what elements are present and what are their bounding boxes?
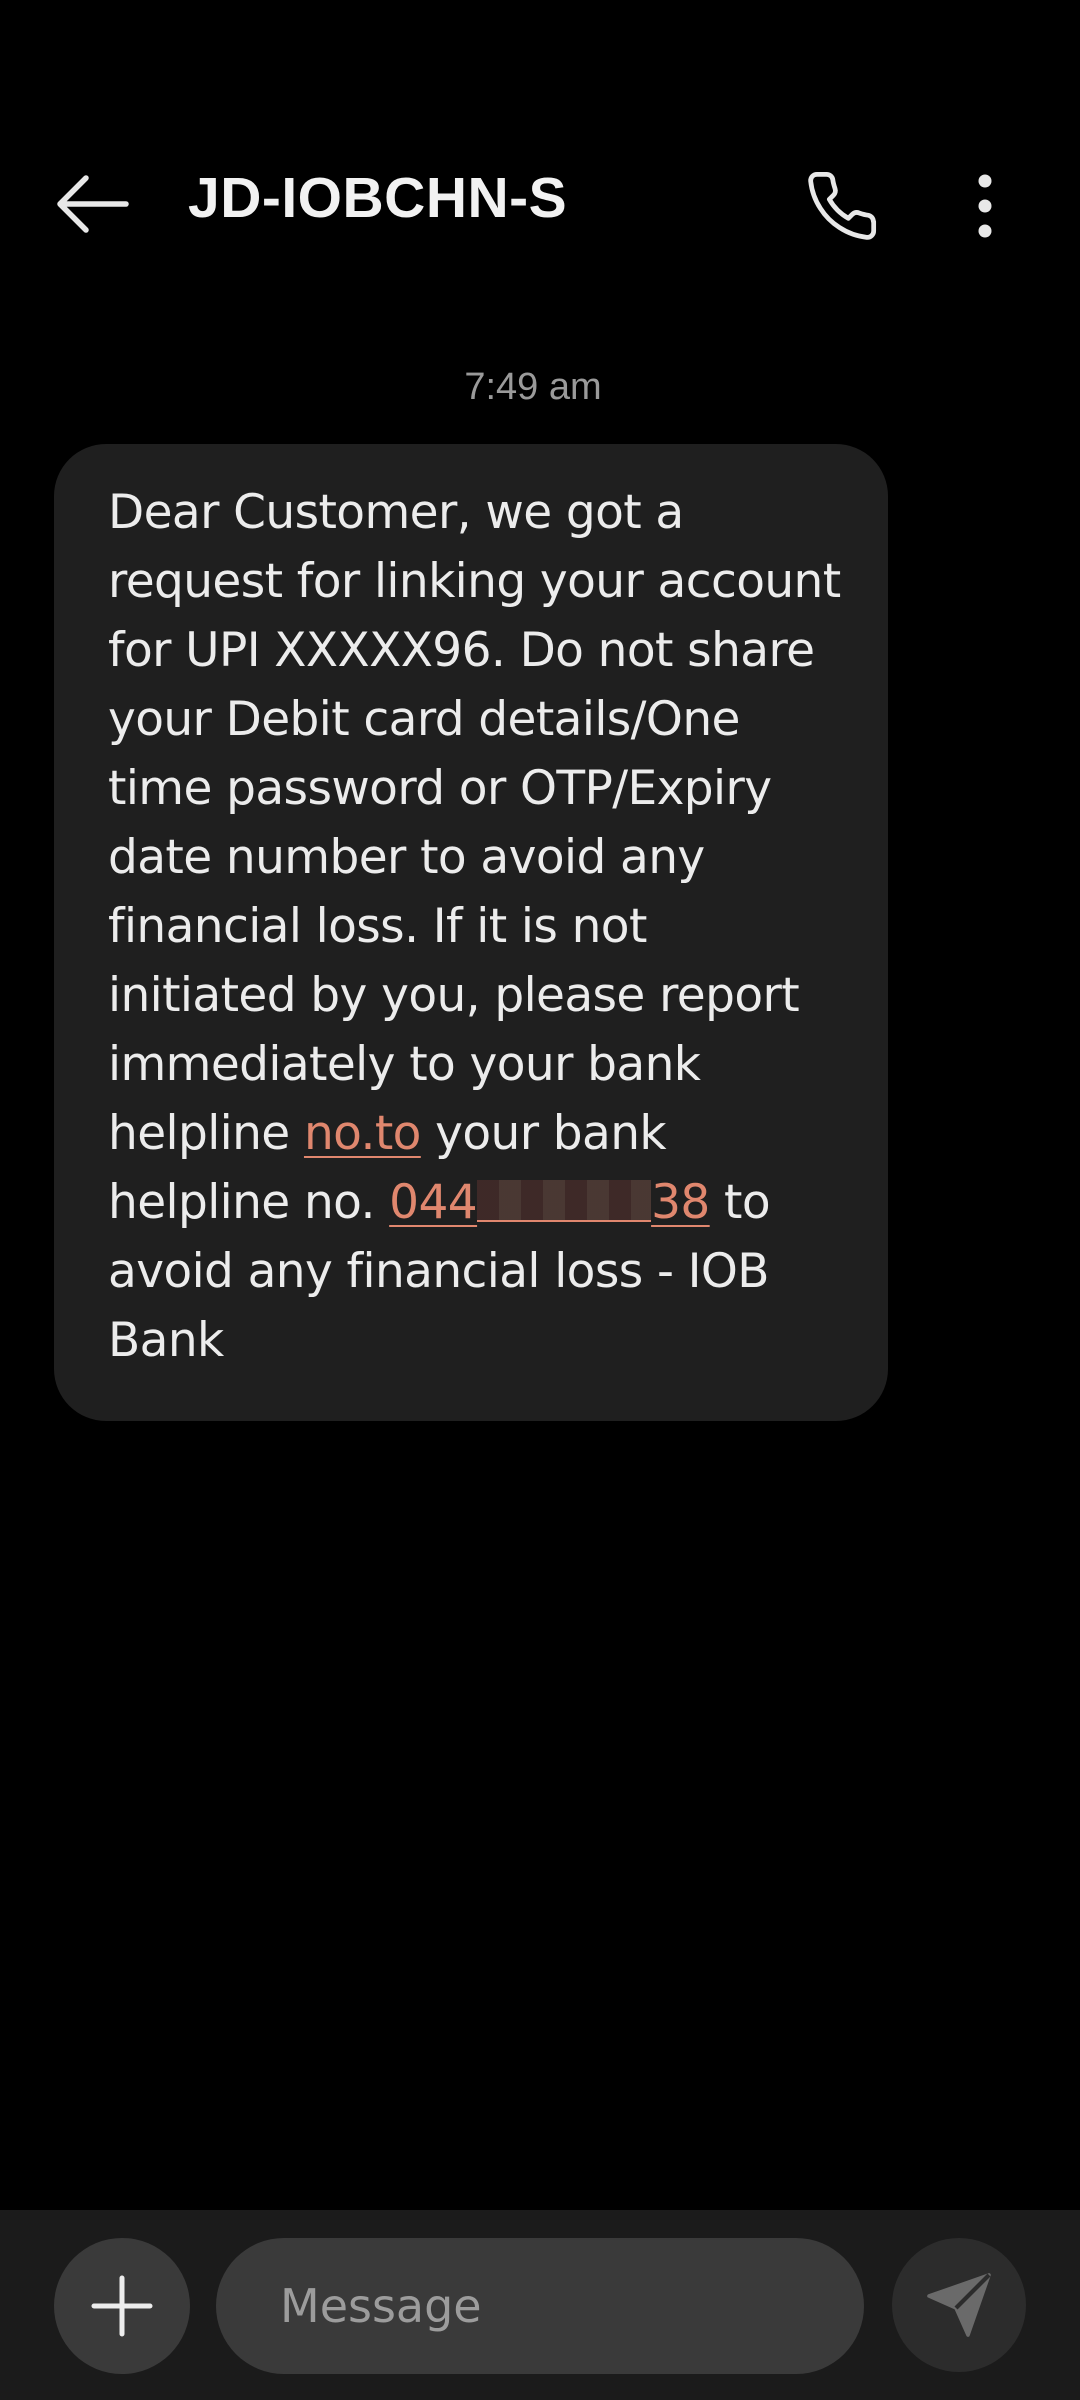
redacted-phone-digits (477, 1180, 652, 1222)
phone-icon (808, 171, 877, 240)
arrow-left-icon (57, 175, 129, 233)
message-text: Dear Customer, we got a request for link… (108, 478, 848, 1375)
conversation-title: JD-IOBCHN-S (188, 166, 568, 230)
call-button[interactable] (792, 156, 892, 256)
message-input-container[interactable] (216, 2238, 864, 2374)
phone-prefix: 044 (389, 1175, 478, 1230)
composer-bar (0, 2210, 1080, 2400)
message-input[interactable] (278, 2278, 864, 2334)
message-bubble[interactable]: Dear Customer, we got a request for link… (54, 444, 888, 1421)
more-options-button[interactable] (940, 156, 1030, 256)
send-icon (927, 2273, 991, 2337)
phone-number-link[interactable]: 044 38 (389, 1175, 710, 1230)
message-link[interactable]: no.to (304, 1106, 421, 1161)
app-bar: JD-IOBCHN-S (0, 110, 1080, 290)
plus-icon (91, 2275, 153, 2337)
message-timestamp: 7:49 am (464, 366, 602, 408)
message-text-part: Dear Customer, we got a request for link… (108, 485, 841, 1161)
phone-suffix: 38 (651, 1175, 710, 1230)
more-vertical-icon (978, 174, 992, 238)
back-button[interactable] (44, 156, 140, 252)
send-button[interactable] (892, 2238, 1026, 2372)
attach-button[interactable] (54, 2238, 190, 2374)
